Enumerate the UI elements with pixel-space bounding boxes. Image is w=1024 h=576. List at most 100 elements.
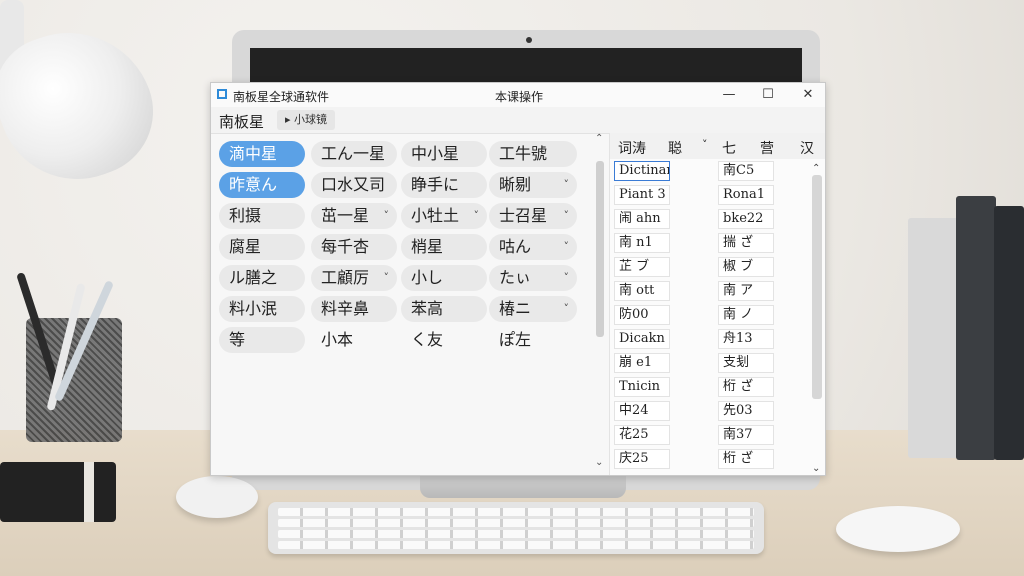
dictionary-cell[interactable]: 闹 ahn bbox=[614, 209, 670, 229]
word-chip[interactable]: 梢星 bbox=[401, 234, 487, 260]
word-chip[interactable]: 咕ん ˅ bbox=[489, 234, 577, 260]
word-chip[interactable]: 椿ニ ˅ bbox=[489, 296, 577, 322]
scroll-up-icon[interactable]: ⌃ bbox=[595, 133, 603, 144]
word-chip-label: 苯高 bbox=[411, 299, 444, 318]
word-chip[interactable]: く友 bbox=[401, 327, 487, 353]
chevron-down-icon[interactable]: ˅ bbox=[564, 265, 570, 291]
word-chip[interactable]: 小し bbox=[401, 265, 487, 291]
chevron-down-icon[interactable]: ˅ bbox=[384, 265, 390, 291]
word-chip-label: 睁手に bbox=[411, 175, 460, 194]
dictionary-cell[interactable]: 桁 ざ bbox=[718, 449, 774, 469]
dictionary-cell[interactable]: Piant 3 bbox=[614, 185, 670, 205]
word-chip-label: 每千杏 bbox=[321, 237, 370, 256]
dictionary-cell[interactable]: 南 ノ bbox=[718, 305, 774, 325]
dictionary-cell[interactable]: 南 ア bbox=[718, 281, 774, 301]
scroll-down-icon[interactable]: ⌄ bbox=[812, 463, 820, 474]
dictionary-cell[interactable]: 南C5 bbox=[718, 161, 774, 181]
word-chip[interactable]: ぽ左 bbox=[489, 327, 577, 353]
word-chip[interactable]: 工ん一星 bbox=[311, 141, 397, 167]
word-chip[interactable]: 小本 bbox=[311, 327, 397, 353]
word-chip[interactable]: 睁手に bbox=[401, 172, 487, 198]
dictionary-cell[interactable]: 花25 bbox=[614, 425, 670, 445]
dictionary-cell[interactable]: 先03 bbox=[718, 401, 774, 421]
key-row bbox=[278, 530, 754, 538]
dictionary-cell[interactable]: 防00 bbox=[614, 305, 670, 325]
column-header[interactable]: 七 bbox=[722, 138, 736, 158]
word-chip[interactable]: たぃ ˅ bbox=[489, 265, 577, 291]
dictionary-cell[interactable]: Dictinary bbox=[614, 161, 670, 181]
dictionary-header: 词涛 聪 七 营 汉 ˅ bbox=[610, 133, 825, 159]
word-chip[interactable]: 腐星 bbox=[219, 234, 305, 260]
dictionary-cell[interactable]: 南 ott bbox=[614, 281, 670, 301]
word-chip[interactable]: 工牛號 bbox=[489, 141, 577, 167]
chevron-down-icon[interactable]: ˅ bbox=[702, 138, 708, 151]
column-header[interactable]: 聪 bbox=[668, 138, 682, 158]
word-chip[interactable]: 口水又司 bbox=[311, 172, 397, 198]
column-header[interactable]: 汉 bbox=[800, 138, 814, 158]
dictionary-cell[interactable]: 桁 ざ bbox=[718, 377, 774, 397]
dictionary-cell[interactable]: 南 n1 bbox=[614, 233, 670, 253]
word-chip-label: 腐星 bbox=[229, 237, 262, 256]
dictionary-cell[interactable]: 中24 bbox=[614, 401, 670, 421]
scrollbar-thumb[interactable] bbox=[812, 175, 822, 399]
scroll-up-icon[interactable]: ⌃ bbox=[812, 163, 820, 174]
word-chip[interactable]: 晰剔 ˅ bbox=[489, 172, 577, 198]
word-chip[interactable]: 茁一星 ˅ bbox=[311, 203, 397, 229]
word-chip[interactable]: 士召星 ˅ bbox=[489, 203, 577, 229]
notebook-band bbox=[84, 462, 94, 522]
notebook bbox=[0, 462, 116, 522]
dictionary-cell[interactable]: bke22 bbox=[718, 209, 774, 229]
title-bar: 南板星全球通软件 本课操作 — ☐ ✕ bbox=[211, 83, 825, 107]
word-chip-selected[interactable]: 昨意ん bbox=[219, 172, 305, 198]
word-chip[interactable]: 工顧厉 ˅ bbox=[311, 265, 397, 291]
dictionary-cell[interactable]: Dicakn bbox=[614, 329, 670, 349]
word-chip[interactable]: 小牡土 ˅ bbox=[401, 203, 487, 229]
dictionary-cell[interactable]: 庆25 bbox=[614, 449, 670, 469]
chevron-down-icon[interactable]: ˅ bbox=[564, 296, 570, 322]
dictionary-cell[interactable]: 崩 e1 bbox=[614, 353, 670, 373]
right-scrollbar[interactable]: ⌃ ⌄ bbox=[810, 163, 822, 475]
word-chip-label: 利摄 bbox=[229, 206, 262, 225]
webcam-icon bbox=[526, 37, 532, 43]
left-scrollbar[interactable]: ⌃ ⌄ bbox=[595, 133, 605, 469]
word-chip[interactable]: 利摄 bbox=[219, 203, 305, 229]
tab-small-mirror[interactable]: ▸ 小球镜 bbox=[277, 110, 336, 130]
column-header[interactable]: 营 bbox=[760, 138, 774, 158]
scrollbar-thumb[interactable] bbox=[596, 161, 604, 337]
chevron-down-icon[interactable]: ˅ bbox=[564, 172, 570, 198]
dictionary-cell[interactable]: 椒 ブ bbox=[718, 257, 774, 277]
dictionary-cell[interactable]: 芷 ブ bbox=[614, 257, 670, 277]
scroll-down-icon[interactable]: ⌄ bbox=[595, 457, 603, 468]
book bbox=[994, 206, 1024, 460]
keyboard bbox=[268, 502, 764, 554]
dictionary-cell[interactable]: Rona1 bbox=[718, 185, 774, 205]
word-chip[interactable]: 中小星 bbox=[401, 141, 487, 167]
dictionary-cell[interactable]: 支刬 bbox=[718, 353, 774, 373]
chevron-down-icon[interactable]: ˅ bbox=[474, 203, 480, 229]
chevron-down-icon[interactable]: ˅ bbox=[384, 203, 390, 229]
word-chip[interactable]: 料小泯 bbox=[219, 296, 305, 322]
word-chip[interactable]: 等 bbox=[219, 327, 305, 353]
word-chip-label: 中小星 bbox=[411, 144, 460, 163]
column-header[interactable]: 词涛 bbox=[618, 138, 646, 158]
monitor-stand bbox=[420, 476, 626, 498]
word-chip-label: 椿ニ bbox=[499, 299, 532, 318]
word-chip[interactable]: ル膳之 bbox=[219, 265, 305, 291]
dictionary-cell[interactable]: Tnicin bbox=[614, 377, 670, 397]
maximize-icon[interactable]: ☐ bbox=[758, 86, 778, 104]
minimize-icon[interactable]: — bbox=[719, 86, 739, 104]
dictionary-cell[interactable]: 舟13 bbox=[718, 329, 774, 349]
word-chip-label: 料辛鼻 bbox=[321, 299, 370, 318]
dictionary-cell[interactable]: 揣 ざ bbox=[718, 233, 774, 253]
word-chip[interactable]: 每千杏 bbox=[311, 234, 397, 260]
key-row bbox=[278, 541, 754, 549]
word-chip[interactable]: 苯高 bbox=[401, 296, 487, 322]
dictionary-cell[interactable]: 南37 bbox=[718, 425, 774, 445]
chevron-down-icon[interactable]: ˅ bbox=[564, 234, 570, 260]
close-icon[interactable]: ✕ bbox=[798, 86, 818, 104]
word-chip-selected[interactable]: 滴中星 bbox=[219, 141, 305, 167]
word-chip[interactable]: 料辛鼻 bbox=[311, 296, 397, 322]
mouse bbox=[836, 506, 960, 552]
word-chip-label: 昨意ん bbox=[229, 175, 278, 194]
chevron-down-icon[interactable]: ˅ bbox=[564, 203, 570, 229]
